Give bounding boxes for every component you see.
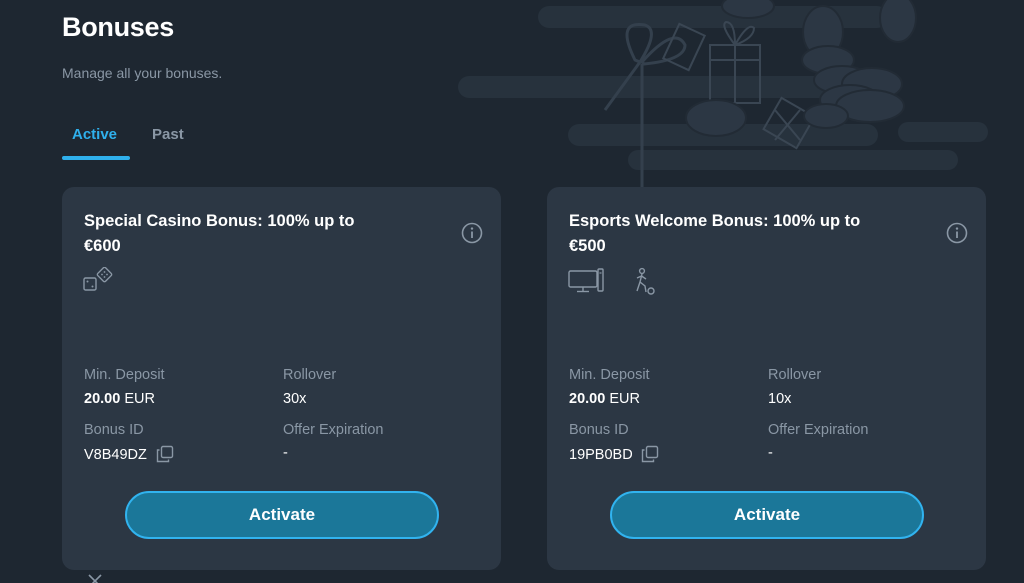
tab-past[interactable]: Past: [152, 126, 184, 143]
rollover-value: 10x: [768, 391, 792, 407]
gifts-coins-background-illustration: [458, 0, 988, 190]
sports-player-icon: [636, 267, 655, 295]
min-deposit-label: Min. Deposit: [84, 367, 165, 383]
tab-active[interactable]: Active: [72, 126, 117, 143]
min-deposit-amount: 20.00: [569, 391, 606, 407]
close-icon[interactable]: [88, 574, 102, 583]
casino-dice-icon: [83, 267, 113, 291]
offer-expiration-label: Offer Expiration: [768, 422, 869, 438]
min-deposit-amount: 20.00: [84, 391, 121, 407]
min-deposit-value: 20.00 EUR: [569, 391, 640, 407]
bonus-title-line: Esports Welcome Bonus: 100% up to: [569, 212, 861, 230]
info-icon[interactable]: [946, 222, 968, 244]
bonus-title-amount: €500: [569, 237, 606, 255]
bonus-title: Esports Welcome Bonus: 100% up to €500: [569, 209, 869, 259]
activate-button[interactable]: Activate: [125, 491, 439, 539]
esports-monitor-icon: [568, 268, 604, 293]
offer-expiration-value: -: [768, 445, 773, 461]
copy-icon[interactable]: [641, 445, 659, 463]
bonus-id-label: Bonus ID: [84, 422, 144, 438]
copy-icon[interactable]: [156, 445, 174, 463]
rollover-label: Rollover: [768, 367, 822, 383]
offer-expiration-label: Offer Expiration: [283, 422, 384, 438]
offer-expiration-value: -: [283, 445, 288, 461]
active-tab-indicator: [62, 156, 130, 160]
rollover-value: 30x: [283, 391, 307, 407]
min-deposit-label: Min. Deposit: [569, 367, 650, 383]
info-icon[interactable]: [461, 222, 483, 244]
bonus-title-line: Special Casino Bonus: 100% up to: [84, 212, 355, 230]
page-title: Bonuses: [62, 12, 174, 42]
min-deposit-value: 20.00 EUR: [84, 391, 155, 407]
bonus-title-amount: €600: [84, 237, 121, 255]
bonus-card: Special Casino Bonus: 100% up to €600 Mi…: [62, 187, 501, 570]
min-deposit-currency: EUR: [124, 391, 155, 407]
bonuses-page: Bonuses Manage all your bonuses. Active …: [0, 0, 1024, 583]
bonus-title: Special Casino Bonus: 100% up to €600: [84, 209, 384, 259]
activate-button[interactable]: Activate: [610, 491, 924, 539]
rollover-label: Rollover: [283, 367, 337, 383]
page-subtitle: Manage all your bonuses.: [62, 65, 223, 81]
bonus-id-label: Bonus ID: [569, 422, 629, 438]
bonus-id-value: 19PB0BD: [569, 447, 633, 463]
bonus-card: Esports Welcome Bonus: 100% up to €500 M…: [547, 187, 986, 570]
min-deposit-currency: EUR: [609, 391, 640, 407]
bonus-id-value: V8B49DZ: [84, 447, 147, 463]
